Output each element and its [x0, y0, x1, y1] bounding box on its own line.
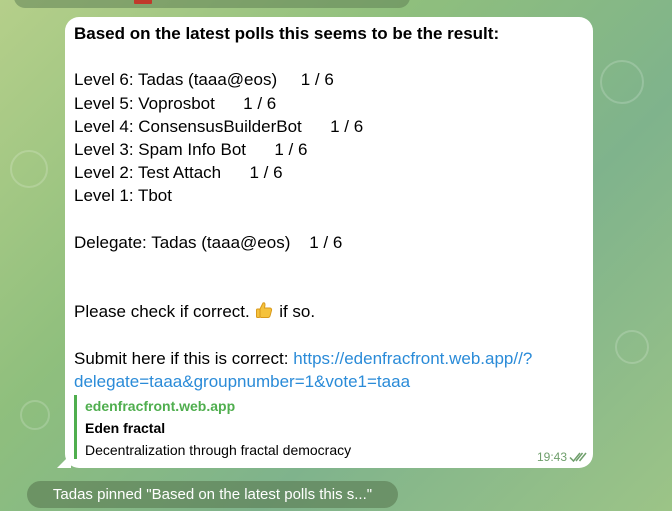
level-line: Level 5: Voprosbot 1 / 6 — [74, 93, 277, 113]
check-prefix: Please check if correct. — [74, 302, 255, 322]
previous-message-pill[interactable] — [14, 0, 410, 8]
pinned-service-message[interactable]: Tadas pinned "Based on the latest polls … — [27, 481, 398, 508]
message-bubble[interactable]: Based on the latest polls this seems to … — [57, 17, 593, 468]
level-line: Level 2: Test Attach 1 / 6 — [74, 163, 283, 183]
message-meta: 19:43 — [537, 450, 587, 464]
check-suffix: if so. — [274, 302, 316, 322]
background-doodle — [615, 330, 649, 364]
background-doodle — [600, 60, 644, 104]
flag-icon — [134, 0, 152, 4]
pinned-text: Tadas pinned "Based on the latest polls … — [52, 486, 373, 503]
message-heading: Based on the latest polls this seems to … — [74, 24, 500, 43]
double-check-icon — [569, 452, 587, 463]
level-line: Level 4: ConsensusBuilderBot 1 / 6 — [74, 116, 364, 136]
submit-link-continued[interactable]: delegate=taaa&groupnumber=1&vote1=taaa — [74, 370, 584, 393]
bubble-tail — [57, 454, 71, 468]
preview-title: Eden fractal — [85, 420, 166, 436]
background-doodle — [20, 400, 50, 430]
level-line: Level 1: Tbot — [74, 186, 172, 206]
message-text: Based on the latest polls this seems to … — [74, 22, 584, 393]
thumbs-up-icon — [256, 302, 273, 319]
submit-prefix: Submit here if this is correct: — [74, 348, 294, 368]
check-line: Please check if correct. if so. — [74, 300, 584, 323]
level-line: Level 6: Tadas (taaa@eos) 1 / 6 — [74, 70, 334, 90]
submit-line: Submit here if this is correct: https://… — [74, 347, 584, 370]
delegate-line: Delegate: Tadas (taaa@eos) 1 / 6 — [74, 232, 343, 252]
submit-link[interactable]: https://edenfracfront.web.app//? — [293, 349, 532, 368]
preview-description: Decentralization through fractal democra… — [85, 442, 352, 458]
link-preview[interactable]: edenfracfront.web.app Eden fractal Decen… — [74, 395, 585, 459]
background-doodle — [10, 150, 48, 188]
preview-site-name: edenfracfront.web.app — [85, 398, 236, 414]
level-line: Level 3: Spam Info Bot 1 / 6 — [74, 139, 308, 159]
message-time: 19:43 — [536, 450, 567, 464]
